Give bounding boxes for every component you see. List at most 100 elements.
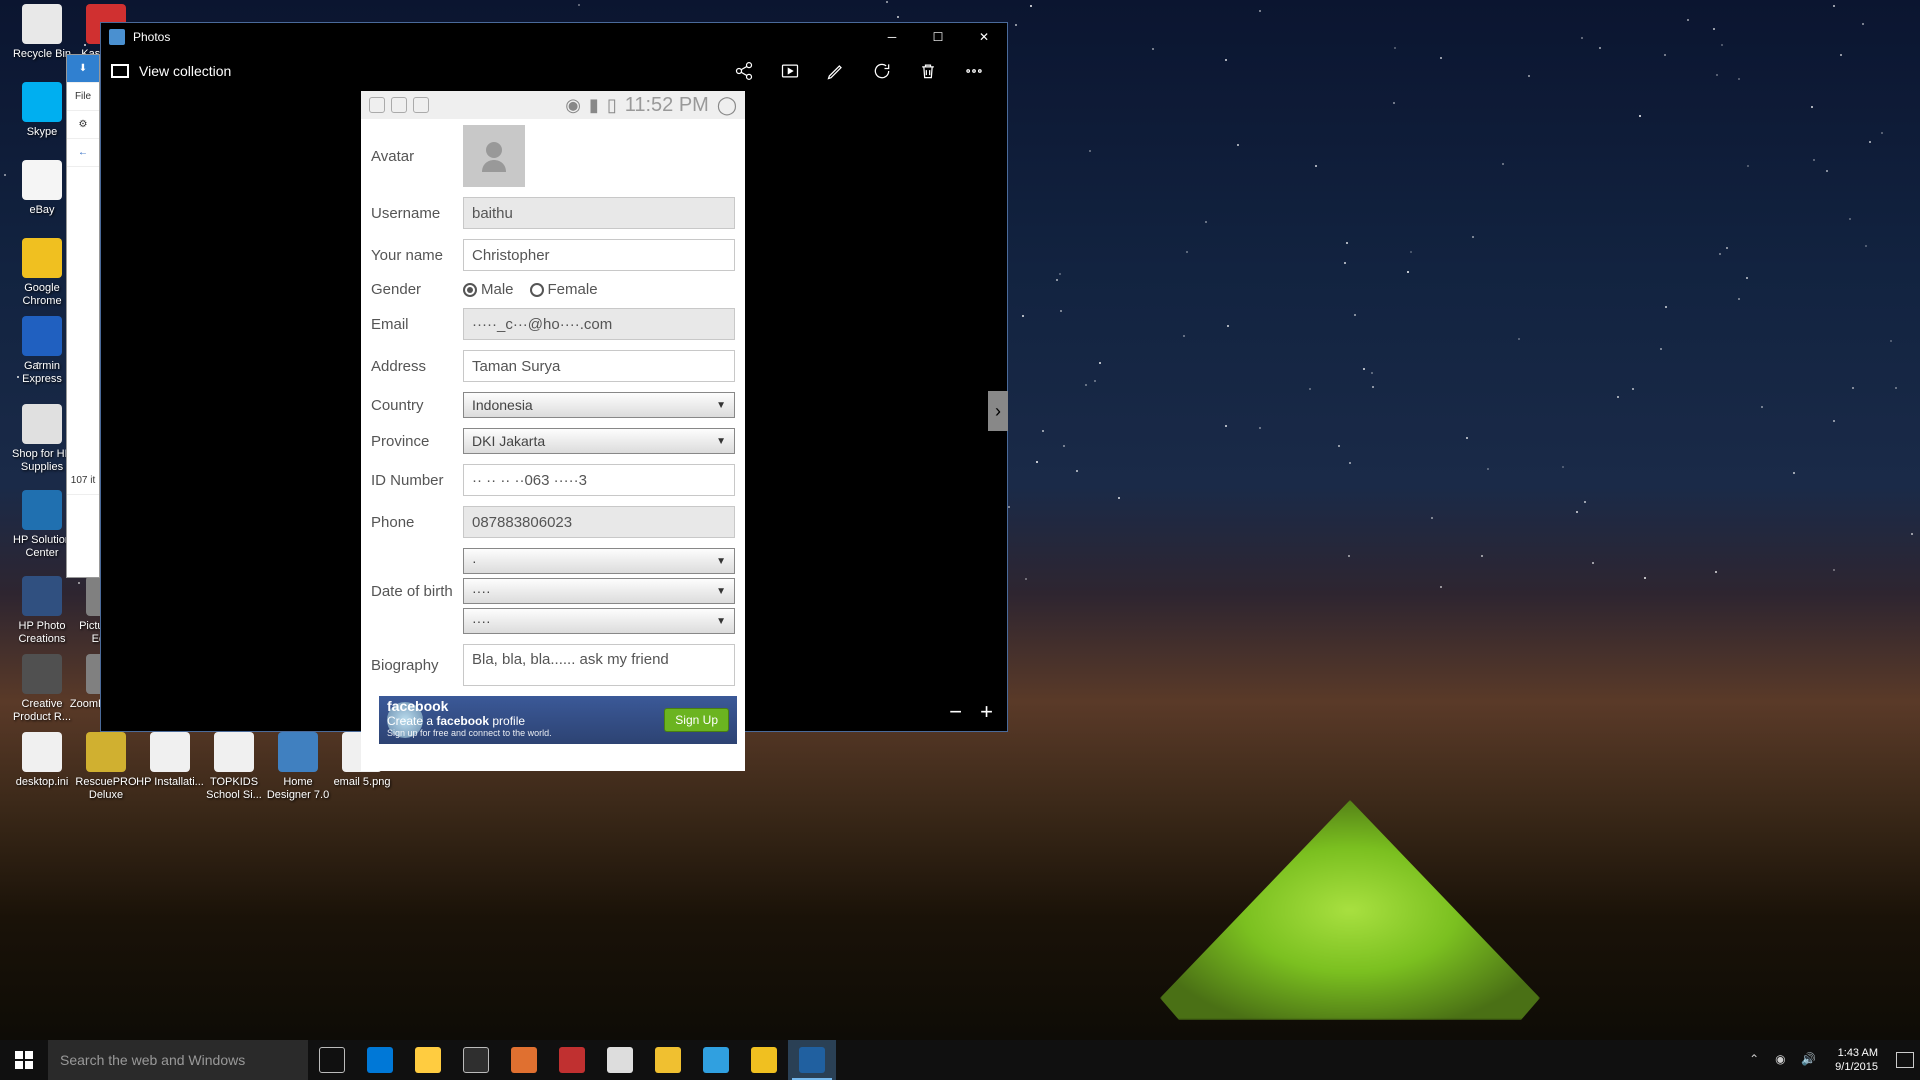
country-label: Country [371,397,463,414]
taskbar-app-app-red[interactable] [548,1040,596,1080]
edit-button[interactable] [813,51,859,91]
battery-icon: ▯ [607,95,617,116]
taskbar: Search the web and Windows ⌃ ◉ 🔊 1:43 AM… [0,1040,1920,1080]
window-maximize-button[interactable]: ☐ [915,23,961,51]
avatar-label: Avatar [371,148,463,165]
bio-label: Biography [371,657,463,674]
share-button[interactable] [721,51,767,91]
icon-label: email 5.png [324,776,400,789]
photos-viewport: ◉ ▮ ▯ 11:52 PM ◯ Avatar Username baithu [101,91,1007,731]
taskbar-app-app-orange[interactable] [500,1040,548,1080]
dob-year-select[interactable]: ···· [463,608,735,634]
app-icon [86,732,126,772]
status-icon [369,97,385,113]
email-field[interactable]: ·····_c···@ho····.com [463,308,735,340]
dob-day-select[interactable]: · [463,548,735,574]
taskbar-app-calculator[interactable] [596,1040,644,1080]
username-field[interactable]: baithu [463,197,735,229]
start-button[interactable] [0,1040,48,1080]
taskbar-search[interactable]: Search the web and Windows [48,1040,308,1080]
gender-female-radio[interactable]: Female [530,281,598,298]
taskbar-app-edge[interactable] [356,1040,404,1080]
idm-back-button[interactable]: ← [67,139,99,167]
window-close-button[interactable]: ✕ [961,23,1007,51]
system-tray: ⌃ ◉ 🔊 1:43 AM 9/1/2015 [1749,1040,1920,1080]
country-select[interactable]: Indonesia [463,392,735,418]
wifi-tray-icon[interactable]: ◉ [1775,1052,1791,1068]
wifi-icon: ◉ [565,95,581,116]
taskbar-app-app-clock[interactable] [692,1040,740,1080]
app-icon [22,238,62,278]
idm-window-sliver[interactable]: ⬇ File ⚙ ← 107 it [66,54,100,578]
avatar-image[interactable] [463,125,525,187]
volume-tray-icon[interactable]: 🔊 [1801,1052,1817,1068]
province-select[interactable]: DKI Jakarta [463,428,735,454]
zoom-in-button[interactable]: + [980,699,993,725]
app-icon [278,732,318,772]
delete-button[interactable] [905,51,951,91]
photos-app-window: Photos ─ ☐ ✕ View collection ◉ ▮ ▯ [100,22,1008,732]
notification-icon: ◯ [717,95,737,116]
app-yellow-icon [655,1047,681,1073]
photos-title: Photos [133,30,170,44]
facebook-banner[interactable]: facebook Create a facebook profile Sign … [379,696,737,744]
view-collection-link[interactable]: View collection [139,63,231,79]
address-label: Address [371,358,463,375]
app-icon [22,82,62,122]
phone-label: Phone [371,514,463,531]
taskbar-clock[interactable]: 1:43 AM 9/1/2015 [1827,1046,1886,1074]
idnumber-field[interactable]: ·· ·· ·· ··063 ·····3 [463,464,735,496]
window-minimize-button[interactable]: ─ [869,23,915,51]
dob-month-select[interactable]: ···· [463,578,735,604]
tray-chevron-icon[interactable]: ⌃ [1749,1052,1765,1068]
app-icon [22,654,62,694]
taskbar-app-photos[interactable] [788,1040,836,1080]
gender-male-radio[interactable]: Male [463,281,514,298]
slideshow-button[interactable] [767,51,813,91]
app-icon [214,732,254,772]
idm-item-count: 107 it [67,467,99,495]
app-icon [22,4,62,44]
app-icon [22,732,62,772]
app-orange-icon [511,1047,537,1073]
status-icon [391,97,407,113]
address-field[interactable]: Taman Surya [463,350,735,382]
facebook-signup-button[interactable]: Sign Up [664,708,729,732]
more-button[interactable] [951,51,997,91]
chrome-icon [751,1047,777,1073]
app-icon [22,316,62,356]
edge-icon [367,1047,393,1073]
action-center-icon[interactable] [1896,1052,1914,1068]
viewed-image: ◉ ▮ ▯ 11:52 PM ◯ Avatar Username baithu [361,91,745,771]
search-placeholder: Search the web and Windows [60,1052,245,1068]
next-photo-button[interactable]: › [988,391,1008,431]
status-time: 11:52 PM [625,94,709,117]
taskbar-app-store[interactable] [452,1040,500,1080]
status-icon [413,97,429,113]
idm-toolbar-icon: ⚙ [67,111,99,139]
idm-download-icon: ⬇ [67,55,99,83]
rotate-button[interactable] [859,51,905,91]
app-icon [22,576,62,616]
store-icon [463,1047,489,1073]
collection-icon [111,64,129,78]
taskbar-app-app-yellow[interactable] [644,1040,692,1080]
windows-logo-icon [15,1051,33,1069]
province-label: Province [371,433,463,450]
dob-label: Date of birth [371,583,463,600]
yourname-field[interactable]: Christopher [463,239,735,271]
app-clock-icon [703,1047,729,1073]
app-icon [22,160,62,200]
app-icon [150,732,190,772]
taskbar-app-chrome[interactable] [740,1040,788,1080]
taskbar-app-file-explorer[interactable] [404,1040,452,1080]
taskbar-app-task-view[interactable] [308,1040,356,1080]
gender-label: Gender [371,281,463,298]
phone-field[interactable]: 087883806023 [463,506,735,538]
photos-icon [799,1047,825,1073]
photos-titlebar[interactable]: Photos ─ ☐ ✕ [101,23,1007,51]
idm-file-menu[interactable]: File [67,83,99,111]
bio-field[interactable]: Bla, bla, bla...... ask my friend [463,644,735,686]
facebook-banner-text: Create a facebook profile Sign up for fr… [387,714,552,738]
zoom-out-button[interactable]: − [949,699,962,725]
